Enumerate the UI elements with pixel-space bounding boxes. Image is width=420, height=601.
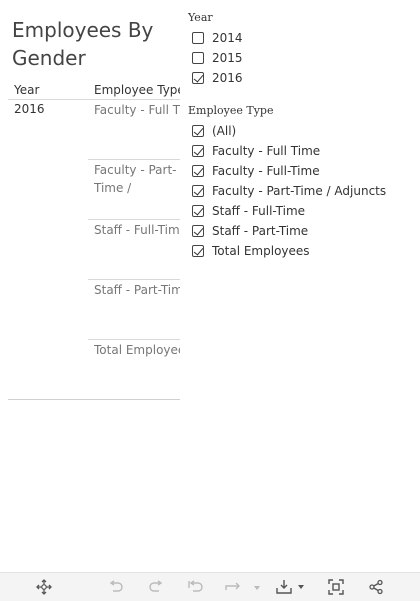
employee-type-option[interactable]: Faculty - Full-Time [192, 163, 320, 179]
download-icon[interactable] [274, 578, 308, 596]
employee-type-option[interactable]: Staff - Full-Time [192, 203, 305, 219]
year-cell: 2016 [14, 102, 45, 116]
checkbox[interactable] [192, 32, 204, 44]
employee-type-option[interactable]: Faculty - Full Time [192, 143, 320, 159]
table-bottom-divider [8, 399, 180, 400]
year-option-label: 2016 [212, 71, 243, 85]
row-divider [88, 159, 180, 160]
redo-icon[interactable] [146, 578, 166, 596]
table-header-employee-type: Employee Type [94, 83, 180, 97]
employee-type-option-label: Faculty - Part-Time / Adjuncts [212, 184, 387, 198]
revert-icon[interactable] [186, 578, 206, 596]
employee-type-option-label: (All) [212, 124, 237, 138]
checkbox[interactable] [192, 52, 204, 64]
table-row-label: Staff - Full-Time [94, 223, 180, 237]
year-filter-option[interactable]: 2015 [192, 50, 243, 66]
row-divider [88, 339, 180, 340]
checkbox[interactable] [192, 245, 204, 257]
share-icon[interactable] [366, 578, 386, 596]
employee-type-option[interactable]: Staff - Part-Time [192, 223, 308, 239]
table-row-label: Faculty - Full Time [94, 103, 180, 117]
checkbox[interactable] [192, 185, 204, 197]
table-row-label: Total Employees [94, 343, 180, 357]
year-option-label: 2015 [212, 51, 243, 65]
table-row-label: Faculty - Part-Time / Adjuncts [94, 163, 177, 195]
table-row-label: Staff - Part-Time [94, 283, 180, 297]
checkbox[interactable] [192, 145, 204, 157]
year-filter-title: Year [188, 11, 213, 24]
employee-type-option[interactable]: Faculty - Part-Time / Adjuncts [192, 183, 386, 199]
year-filter-option[interactable]: 2014 [192, 30, 243, 46]
row-divider [88, 219, 180, 220]
checkbox[interactable] [192, 125, 204, 137]
page-title: Employees By Gender [12, 18, 154, 70]
employee-type-filter-title: Employee Type [188, 104, 274, 117]
fullscreen-icon[interactable] [326, 578, 346, 596]
employee-type-option[interactable]: Total Employees [192, 243, 310, 259]
table-header-year: Year [14, 83, 40, 97]
employee-type-option-label: Faculty - Full Time [212, 144, 321, 158]
checkbox[interactable] [192, 225, 204, 237]
employee-type-option-label: Staff - Full-Time [212, 204, 306, 218]
employee-type-option-label: Staff - Part-Time [212, 224, 309, 238]
year-option-label: 2014 [212, 31, 243, 45]
employee-type-option-label: Total Employees [212, 244, 310, 258]
checkbox[interactable] [192, 205, 204, 217]
employee-type-option-label: Faculty - Full-Time [212, 164, 320, 178]
employee-type-option[interactable]: (All) [192, 123, 236, 139]
row-divider [88, 279, 180, 280]
refresh-icon[interactable] [222, 578, 262, 596]
undo-icon[interactable] [106, 578, 126, 596]
checkbox[interactable] [192, 165, 204, 177]
move-icon[interactable] [34, 578, 54, 596]
header-divider [8, 99, 180, 100]
year-filter-option[interactable]: 2016 [192, 70, 243, 86]
toolbar [0, 572, 420, 601]
checkbox[interactable] [192, 72, 204, 84]
